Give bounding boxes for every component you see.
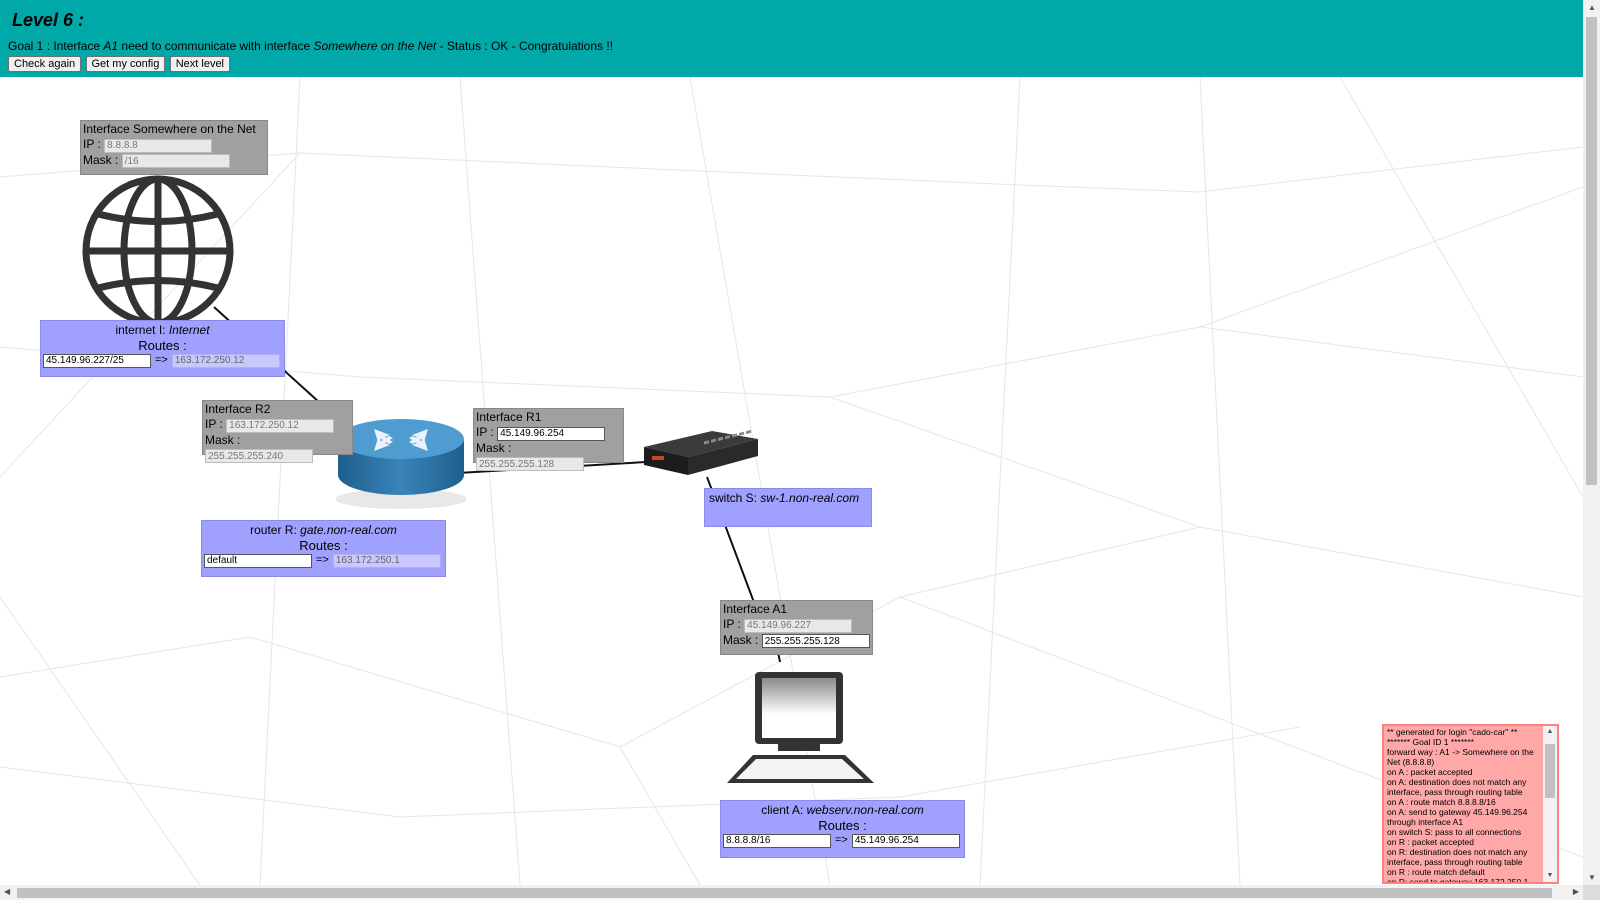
scrollbar-corner xyxy=(1583,885,1600,900)
interface-net-ip-field xyxy=(104,138,213,153)
interface-net-title: Interface Somewhere on the Net xyxy=(83,122,256,136)
node-hostname: Internet xyxy=(168,323,210,337)
ip-label: IP : xyxy=(205,417,223,431)
level-title: Level 6 : xyxy=(12,10,85,30)
log-line: on A: destination does not match any int… xyxy=(1387,777,1527,797)
debug-log-panel[interactable]: ** generated for login "cado-car" ** ****… xyxy=(1382,724,1559,884)
client-route-gateway-input[interactable] xyxy=(851,833,960,848)
node-type: client A: xyxy=(761,803,807,817)
router-route-destination-input[interactable] xyxy=(204,553,312,568)
get-config-button[interactable]: Get my config xyxy=(85,56,166,72)
globe-icon[interactable] xyxy=(78,174,238,324)
log-lines: ** generated for login "cado-car" ** ****… xyxy=(1387,727,1541,884)
goal-target-interface: Somewhere on the Net xyxy=(313,39,437,53)
log-line: on R: destination does not match any int… xyxy=(1387,847,1528,867)
internet-route-destination-input[interactable] xyxy=(43,353,151,368)
vertical-scroll-thumb[interactable] xyxy=(1586,17,1597,485)
interface-r1-title: Interface R1 xyxy=(476,410,542,424)
client-node-label: client A: webserv.non-real.com Routes : … xyxy=(720,800,965,858)
node-type: internet I: xyxy=(115,323,169,337)
routes-label: Routes : xyxy=(299,538,348,553)
node-type: router R: xyxy=(250,523,301,537)
log-line: forward way : A1 -> Somewhere on the Net… xyxy=(1387,747,1534,767)
client-route-destination-input[interactable] xyxy=(723,833,831,848)
switch-node-label: switch S: sw-1.non-real.com xyxy=(704,488,872,527)
computer-icon[interactable] xyxy=(724,669,878,787)
mask-label: Mask : xyxy=(205,432,241,447)
node-hostname: webserv.non-real.com xyxy=(806,803,924,817)
interface-net-box: Interface Somewhere on the Net IP : Mask… xyxy=(80,120,268,175)
mask-label: Mask : xyxy=(83,152,119,167)
node-type: switch S: xyxy=(709,491,761,505)
routes-label: Routes : xyxy=(818,818,867,833)
node-hostname: gate.non-real.com xyxy=(300,523,397,537)
ip-label: IP : xyxy=(476,425,494,439)
router-node-label: router R: gate.non-real.com Routes : => xyxy=(201,520,446,577)
route-arrow: => xyxy=(155,354,168,366)
routes-label: Routes : xyxy=(138,338,187,353)
interface-a1-ip-field xyxy=(744,618,853,633)
interface-r2-box: Interface R2 IP : Mask : xyxy=(202,400,353,463)
header-buttons: Check again Get my config Next level xyxy=(8,56,1575,72)
interface-r1-ip-input[interactable] xyxy=(497,426,606,441)
next-level-button[interactable]: Next level xyxy=(169,56,230,72)
interface-r2-mask-field xyxy=(205,449,313,463)
goal-middle: need to communicate with interface xyxy=(118,39,314,53)
scroll-down-arrow-icon[interactable]: ▼ xyxy=(1588,873,1596,882)
scroll-right-arrow-icon[interactable]: ▶ xyxy=(1573,887,1579,896)
interface-a1-title: Interface A1 xyxy=(723,602,788,616)
ip-label: IP : xyxy=(723,617,741,631)
log-scrollbar[interactable]: ▲ ▼ xyxy=(1543,726,1557,882)
scroll-up-arrow-icon[interactable]: ▲ xyxy=(1588,3,1596,12)
horizontal-scroll-thumb[interactable] xyxy=(17,888,1552,898)
interface-r1-mask-field xyxy=(476,457,584,471)
log-line: on R: send to gateway 163.172.250.1 xyxy=(1387,877,1529,884)
log-line: on R : route match default xyxy=(1387,867,1485,877)
horizontal-scrollbar[interactable]: ◀ ▶ xyxy=(0,885,1583,900)
interface-net-mask-field xyxy=(121,154,230,168)
mask-label: Mask : xyxy=(723,632,759,647)
log-line: on switch S: pass to all connections xyxy=(1387,827,1522,837)
internet-route-gateway-field xyxy=(171,353,280,368)
check-again-button[interactable]: Check again xyxy=(8,56,82,72)
mask-label: Mask : xyxy=(476,440,512,455)
log-scroll-thumb[interactable] xyxy=(1545,744,1555,798)
scroll-down-arrow-icon[interactable]: ▼ xyxy=(1545,871,1555,881)
log-line: on A : route match 8.8.8.8/16 xyxy=(1387,797,1496,807)
level-header: Level 6 : Goal 1 : Interface A1 need to … xyxy=(0,0,1583,77)
ip-label: IP : xyxy=(83,137,101,151)
log-line: on A: send to gateway 45.149.96.254 thro… xyxy=(1387,807,1528,827)
internet-node-label: internet I: Internet Routes : => xyxy=(40,320,285,377)
log-line: on R : packet accepted xyxy=(1387,837,1474,847)
route-arrow: => xyxy=(835,834,848,846)
interface-r1-box: Interface R1 IP : Mask : xyxy=(473,408,624,471)
interface-r2-ip-field xyxy=(226,418,335,433)
goal-prefix: Goal 1 : Interface xyxy=(8,39,104,53)
scroll-up-arrow-icon[interactable]: ▲ xyxy=(1545,727,1555,737)
node-hostname: sw-1.non-real.com xyxy=(760,491,860,505)
goal-source-interface: A1 xyxy=(103,39,119,53)
router-route-gateway-field xyxy=(332,553,441,568)
goal-status: - Status : OK - Congratulations !! xyxy=(436,39,614,53)
router-icon[interactable] xyxy=(336,417,466,512)
scroll-left-arrow-icon[interactable]: ◀ xyxy=(4,887,10,896)
interface-a1-mask-input[interactable] xyxy=(761,634,870,648)
route-arrow: => xyxy=(316,554,329,566)
network-switch-icon[interactable] xyxy=(642,427,760,477)
goal-description: Goal 1 : Interface A1 need to communicat… xyxy=(8,39,1575,53)
log-line: on A : packet accepted xyxy=(1387,767,1473,777)
interface-r2-title: Interface R2 xyxy=(205,402,271,416)
log-line: ** generated for login "cado-car" ** xyxy=(1387,727,1518,737)
interface-a1-box: Interface A1 IP : Mask : xyxy=(720,600,873,655)
log-line: ******* Goal ID 1 ******* xyxy=(1387,737,1474,747)
vertical-scrollbar[interactable]: ▲ ▼ xyxy=(1583,0,1600,885)
network-canvas: Interface Somewhere on the Net IP : Mask… xyxy=(0,77,1583,885)
